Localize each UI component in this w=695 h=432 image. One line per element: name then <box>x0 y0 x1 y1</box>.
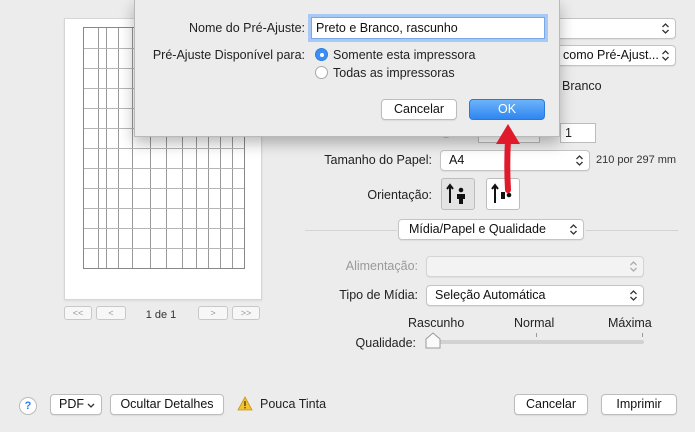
pdf-menu-button[interactable]: PDF <box>50 394 102 415</box>
quality-normal-label: Normal <box>514 316 555 330</box>
preview-last-page-button[interactable]: >> <box>232 306 260 320</box>
paper-dimensions: 210 por 297 mm <box>596 154 677 166</box>
radio-all-printers-label[interactable]: Todas as impressoras <box>333 66 455 80</box>
print-button[interactable]: Imprimir <box>601 394 677 415</box>
updown-chevron-icon <box>662 50 669 61</box>
section-divider-left <box>305 230 397 231</box>
presets-popup-label: como Pré-Ajust... <box>563 48 659 62</box>
feed-popup[interactable] <box>426 256 644 277</box>
page-indicator: 1 de 1 <box>145 309 177 321</box>
preset-name-field[interactable]: Preto e Branco, rascunho <box>311 17 545 39</box>
quality-label: Qualidade: <box>355 336 416 350</box>
section-popup-label: Mídia/Papel e Qualidade <box>409 222 546 236</box>
paper-size-label: Tamanho do Papel: <box>324 153 432 167</box>
feed-label: Alimentação: <box>345 259 418 273</box>
updown-chevron-icon <box>630 290 637 301</box>
section-divider-right <box>586 230 678 231</box>
radio-all-printers[interactable] <box>315 66 328 79</box>
save-preset-sheet: Nome do Pré-Ajuste: Preto e Branco, rasc… <box>134 0 560 137</box>
presets-popup[interactable]: como Pré-Ajust... <box>556 45 676 66</box>
updown-chevron-icon <box>570 224 577 235</box>
section-popup[interactable]: Mídia/Papel e Qualidade <box>398 219 584 240</box>
paper-size-value: A4 <box>449 153 465 167</box>
radio-this-printer[interactable] <box>315 48 328 61</box>
quality-draft-label: Rascunho <box>408 316 465 330</box>
radio-this-printer-label[interactable]: Somente esta impressora <box>333 48 475 62</box>
updown-chevron-icon <box>576 155 583 166</box>
media-type-popup[interactable]: Seleção Automática <box>426 285 644 306</box>
annotation-arrow-icon <box>496 124 520 193</box>
preview-first-page-button[interactable]: << <box>64 306 92 320</box>
cancel-print-button[interactable]: Cancelar <box>514 394 588 415</box>
updown-chevron-icon <box>662 23 669 34</box>
preview-next-page-button[interactable]: > <box>198 306 228 320</box>
media-type-value: Seleção Automática <box>435 288 546 302</box>
copies-field[interactable]: 1 <box>560 123 596 143</box>
preset-cancel-button[interactable]: Cancelar <box>381 99 457 120</box>
quality-slider-knob[interactable] <box>425 332 441 350</box>
help-button[interactable]: ? <box>19 397 37 415</box>
warning-icon <box>237 396 253 411</box>
portrait-orientation-button[interactable] <box>441 178 475 210</box>
preset-available-label: Pré-Ajuste Disponível para: <box>152 48 305 62</box>
low-ink-label: Pouca Tinta <box>260 397 327 411</box>
orientation-label: Orientação: <box>367 188 432 202</box>
hide-details-button[interactable]: Ocultar Detalhes <box>110 394 224 415</box>
quality-tick-normal <box>536 333 537 337</box>
quality-max-label: Máxima <box>608 316 652 330</box>
preset-name-label: Nome do Pré-Ajuste: <box>188 21 305 35</box>
preview-prev-page-button[interactable]: < <box>96 306 126 320</box>
quality-slider-track[interactable] <box>430 340 644 344</box>
preset-ok-button[interactable]: OK <box>469 99 545 120</box>
quality-tick-max <box>642 333 643 337</box>
media-type-label: Tipo de Mídia: <box>339 288 418 302</box>
pdf-label: PDF <box>59 397 84 411</box>
black-white-label: Branco <box>562 79 602 93</box>
portrait-person-icon <box>446 183 465 204</box>
updown-chevron-icon <box>630 261 637 272</box>
printer-popup[interactable] <box>556 18 676 39</box>
chevron-down-icon <box>87 403 95 408</box>
